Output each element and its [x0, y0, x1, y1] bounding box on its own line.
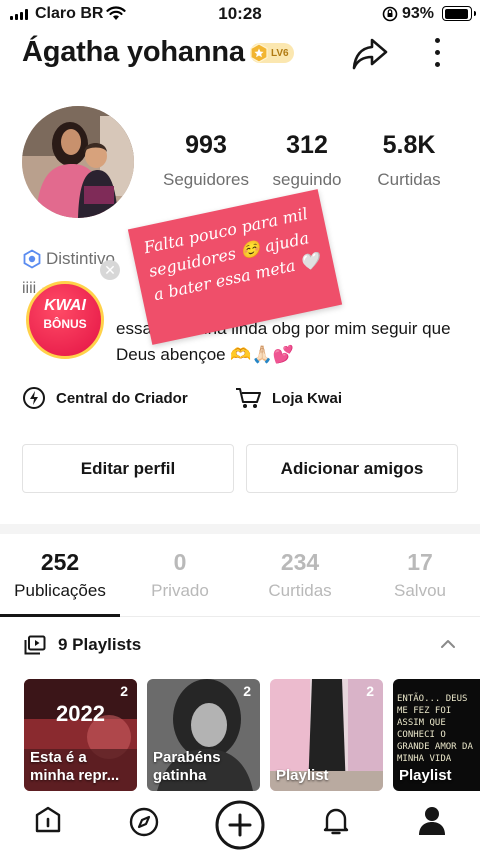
playlist-card[interactable]: 2022 2 Esta é a minha repr... [24, 679, 137, 791]
kwai-shop-label: Loja Kwai [272, 389, 343, 407]
playlist-overlay-year: 2022 [56, 701, 105, 726]
discover-icon[interactable] [127, 805, 161, 839]
badge-icon [23, 249, 41, 269]
playlist-card[interactable]: 2 Parabéns gatinha [147, 679, 260, 791]
rotation-lock-icon [382, 6, 398, 22]
following-count: 312 [286, 131, 328, 159]
edit-profile-button[interactable]: Editar perfil [22, 444, 234, 493]
cart-icon [236, 388, 261, 408]
tab-label: Privado [151, 581, 209, 600]
playlist-title: Parabéns gatinha [153, 749, 221, 784]
following-label: seguindo [272, 170, 342, 189]
kwai-shop-link[interactable]: Loja Kwai [234, 386, 342, 410]
level-star-icon [250, 43, 268, 63]
lightning-icon [23, 387, 45, 409]
creator-center-label: Central do Criador [56, 389, 188, 407]
profile-name: Ágatha yohanna [22, 36, 245, 68]
level-text: LV6 [271, 47, 289, 59]
playlist-card[interactable]: ENTÃO... DEUS ME FEZ FOI ASSIM QUE CONHE… [393, 679, 480, 791]
playlist-video-count: 2 [243, 683, 251, 699]
chevron-up-icon[interactable] [440, 638, 456, 650]
playlists-count-label: 9 Playlists [58, 635, 142, 654]
home-icon[interactable] [33, 805, 63, 835]
share-icon[interactable] [350, 35, 390, 73]
tab-liked[interactable]: 234 Curtidas [240, 549, 360, 601]
add-friends-button[interactable]: Adicionar amigos [246, 444, 458, 493]
battery-icon [442, 6, 476, 21]
active-tab-indicator [0, 614, 120, 617]
playlist-overlay-text: ENTÃO... DEUS ME FEZ FOI ASSIM QUE CONHE… [397, 694, 473, 764]
followers-stat[interactable]: 993 Seguidores [156, 131, 256, 190]
creator-center-link[interactable]: Central do Criador [22, 386, 188, 410]
tab-private[interactable]: 0 Privado [120, 549, 240, 601]
playlist-video-count: 2 [366, 683, 374, 699]
battery-percent: 93% [402, 5, 435, 22]
tab-label: Curtidas [268, 581, 332, 600]
more-options-icon[interactable] [430, 38, 444, 72]
likes-stat[interactable]: 5.8K Curtidas [364, 131, 454, 190]
tab-count: 252 [40, 549, 80, 575]
playlist-card[interactable]: 2 Playlist [270, 679, 383, 791]
tab-label: Publicações [14, 581, 106, 600]
playlist-icon [24, 635, 46, 655]
overlay-note-text: Falta pouco para mil seguidores ☺️ ajuda… [142, 203, 322, 305]
tab-count: 234 [280, 549, 320, 575]
playlist-title: Playlist [399, 767, 452, 784]
playlists-header[interactable]: 9 Playlists [24, 635, 141, 655]
status-bar: Claro BR 10:28 93% [0, 0, 480, 28]
playlist-video-count: 2 [120, 683, 128, 699]
avatar[interactable] [22, 106, 134, 218]
section-divider [0, 524, 480, 534]
tab-saved[interactable]: 17 Salvou [360, 549, 480, 601]
playlist-title: Esta é a minha repr... [30, 749, 120, 784]
kwai-bonus-widget[interactable]: KWAI BÔNUS [22, 275, 108, 359]
tab-publications[interactable]: 252 Publicações [0, 549, 120, 601]
likes-label: Curtidas [377, 170, 441, 189]
tab-count: 0 [173, 549, 187, 575]
tab-count: 17 [407, 549, 433, 575]
tab-label: Salvou [394, 581, 446, 600]
followers-label: Seguidores [162, 170, 249, 189]
kwai-bonus-subtitle: BÔNUS [43, 317, 87, 331]
playlist-title: Playlist [276, 767, 329, 784]
profile-icon[interactable] [417, 805, 447, 837]
level-badge[interactable]: LV6 [250, 43, 294, 63]
followers-count: 993 [185, 131, 227, 159]
following-stat[interactable]: 312 seguindo [262, 131, 352, 190]
close-icon[interactable]: ✕ [100, 260, 120, 280]
kwai-bonus-title: KWAI [44, 297, 86, 314]
likes-count: 5.8K [382, 131, 436, 159]
bottom-nav [0, 795, 480, 854]
create-icon[interactable] [214, 799, 266, 851]
notifications-icon[interactable] [320, 805, 352, 837]
